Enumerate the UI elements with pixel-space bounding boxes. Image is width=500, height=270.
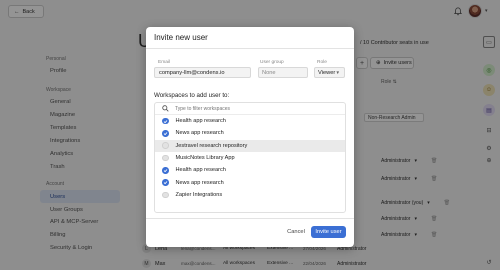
- checkbox-checked-icon[interactable]: [162, 167, 169, 174]
- checkbox-unchecked-icon[interactable]: [162, 154, 169, 162]
- role-select[interactable]: Viewer ▼: [314, 67, 345, 78]
- workspace-option[interactable]: Health app research: [155, 164, 345, 176]
- workspace-option-label: Jestravel research repository: [175, 142, 248, 149]
- workspace-option-label: Health app research: [175, 118, 226, 125]
- invite-user-dialog: Invite new user Email User group Role co…: [146, 27, 354, 247]
- workspace-option-label: Zapier Integrations: [175, 191, 223, 198]
- checkbox-checked-icon[interactable]: [162, 130, 169, 137]
- workspace-option[interactable]: Zapier Integrations: [155, 189, 345, 201]
- workspace-option-label: News app research: [175, 130, 224, 137]
- email-field[interactable]: company-llm@condens.io: [154, 67, 251, 78]
- role-label: Role: [317, 60, 327, 65]
- workspace-list: Health app research News app research Jest…: [154, 102, 346, 213]
- workspace-option[interactable]: News app research: [155, 177, 345, 189]
- email-label: Email: [158, 60, 170, 65]
- workspace-option-label: MusicNotes Library App: [175, 155, 235, 162]
- workspace-option[interactable]: MusicNotes Library App: [155, 152, 345, 164]
- checkbox-checked-icon[interactable]: [162, 117, 169, 125]
- workspace-option[interactable]: Jestravel research repository: [155, 139, 345, 152]
- workspace-filter: [155, 103, 345, 115]
- divider: [146, 218, 354, 219]
- checkbox-checked-icon[interactable]: [162, 179, 169, 186]
- workspace-option[interactable]: Health app research: [155, 115, 345, 127]
- workspace-search-input[interactable]: [175, 105, 325, 112]
- divider: [146, 48, 354, 49]
- usergroup-value: None: [262, 69, 276, 76]
- cancel-button[interactable]: Cancel: [285, 226, 307, 238]
- checkbox-unchecked-icon[interactable]: [162, 142, 169, 149]
- workspaces-heading: Workspaces to add user to:: [154, 92, 230, 99]
- search-icon: [162, 105, 169, 112]
- invite-user-button[interactable]: Invite user: [311, 226, 346, 238]
- usergroup-label: User group: [260, 60, 284, 65]
- workspace-option-label: News app research: [175, 179, 224, 186]
- workspace-option[interactable]: News app research: [155, 127, 345, 139]
- role-value: Viewer: [318, 69, 336, 76]
- workspace-option-label: Health app research: [175, 167, 226, 174]
- chevron-down-icon: ▼: [335, 70, 340, 75]
- dialog-title: Invite new user: [154, 33, 208, 42]
- usergroup-select[interactable]: None: [258, 67, 308, 78]
- checkbox-unchecked-icon[interactable]: [162, 191, 169, 199]
